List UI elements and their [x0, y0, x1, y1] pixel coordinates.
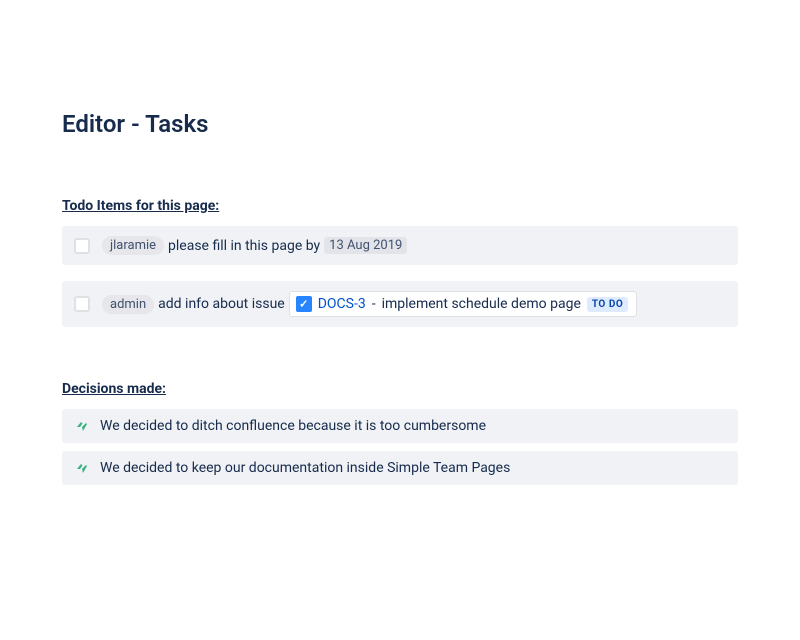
decision-list: We decided to ditch confluence because i…: [62, 409, 738, 485]
task-text: please fill in this page by: [168, 238, 320, 254]
task-row: jlaramie please fill in this page by 13 …: [62, 226, 738, 265]
task-list: jlaramie please fill in this page by 13 …: [62, 226, 738, 327]
decision-icon: [74, 460, 90, 476]
task-text: add info about issue: [158, 296, 285, 312]
task-checkbox[interactable]: [74, 296, 90, 312]
task-checkbox[interactable]: [74, 238, 90, 254]
task-type-icon: [296, 296, 312, 312]
section-heading-todo: Todo Items for this page:: [62, 198, 738, 214]
section-heading-decisions: Decisions made:: [62, 381, 738, 397]
issue-card[interactable]: DOCS-3 - implement schedule demo page TO…: [289, 291, 637, 317]
decision-text: We decided to ditch confluence because i…: [100, 418, 486, 434]
user-mention[interactable]: admin: [102, 295, 154, 314]
page-title: Editor - Tasks: [62, 110, 738, 138]
status-lozenge: TO DO: [587, 297, 628, 312]
user-mention[interactable]: jlaramie: [102, 236, 164, 255]
task-row: admin add info about issue DOCS-3 - impl…: [62, 281, 738, 327]
decision-row: We decided to ditch confluence because i…: [62, 409, 738, 443]
decision-icon: [74, 418, 90, 434]
decision-row: We decided to keep our documentation ins…: [62, 451, 738, 485]
decision-text: We decided to keep our documentation ins…: [100, 460, 510, 476]
date-pill[interactable]: 13 Aug 2019: [324, 237, 407, 254]
issue-summary: implement schedule demo page: [382, 296, 581, 312]
issue-dash: -: [372, 296, 376, 312]
issue-key: DOCS-3: [318, 296, 366, 312]
